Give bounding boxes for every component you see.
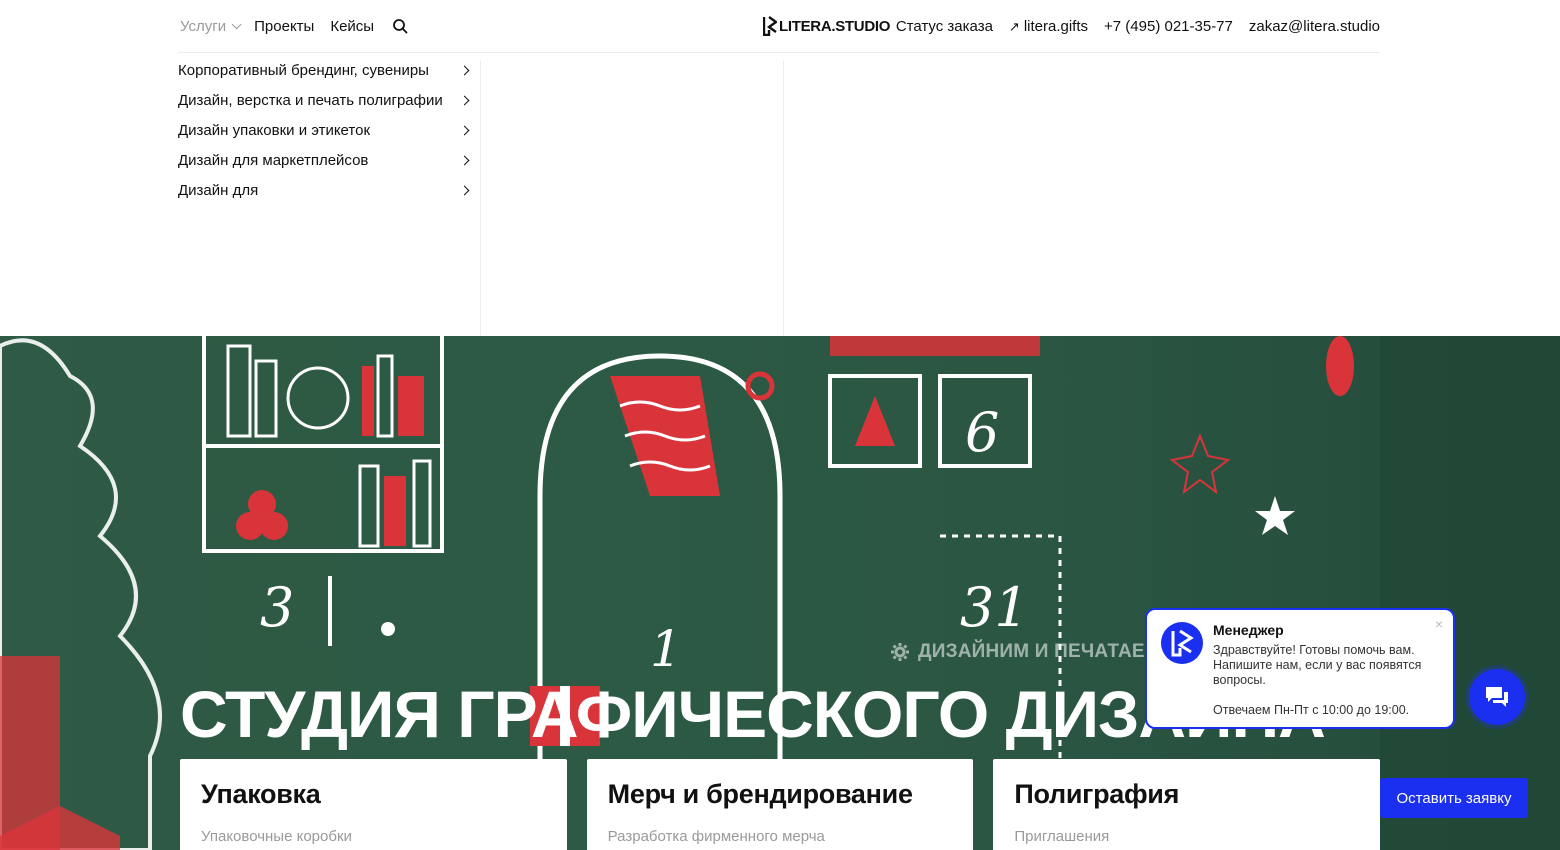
site-header: Услуги Проекты Кейсы LITERA.STUDIO Стату… (0, 0, 1560, 53)
services-menu-item-label: Дизайн для (178, 181, 259, 199)
services-menu-item-label: Дизайн упаковки и этикеток (178, 121, 371, 139)
services-menu-item[interactable]: Корпоративный брендинг, сувениры (178, 55, 480, 85)
gifts-link-label: litera.gifts (1023, 17, 1089, 35)
chevron-right-icon (459, 95, 470, 105)
site-logo[interactable]: LITERA.STUDIO (763, 16, 890, 36)
chevron-right-icon (459, 65, 470, 75)
external-arrow-icon: ↗ (1008, 18, 1020, 34)
svg-text:6: 6 (965, 401, 999, 464)
phone-link[interactable]: +7 (495) 021-35-77 (1104, 18, 1233, 35)
manager-avatar (1161, 622, 1203, 664)
services-menu-item-label: Корпоративный брендинг, сувениры (178, 61, 429, 79)
services-menu-item-label: Дизайн, верстка и печать полиграфии (178, 91, 443, 109)
svg-text:1: 1 (650, 620, 682, 678)
nav-projects[interactable]: Проекты (254, 18, 314, 35)
logo-text: LITERA.STUDIO (779, 17, 891, 35)
nav-services-label: Услуги (180, 17, 227, 35)
service-card-subtitle: Разработка фирменного мерча (607, 828, 825, 845)
service-card-subtitle: Приглашения (1014, 828, 1110, 845)
chevron-down-icon (231, 18, 242, 29)
service-card-title: Упаковка (201, 779, 321, 809)
logo-mark-icon (1171, 629, 1194, 657)
column-divider (480, 61, 481, 336)
chat-bubble-icon (1486, 687, 1508, 707)
hero-tagline: ДИЗАЙНИМ И ПЕЧАТАЕМ Н (890, 641, 1180, 663)
service-card-title: Полиграфия (1014, 779, 1180, 809)
gifts-link[interactable]: ↗ litera.gifts (1009, 18, 1088, 35)
services-menu-item[interactable]: Дизайн упаковки и этикеток (178, 115, 480, 145)
header-bar: Услуги Проекты Кейсы LITERA.STUDIO Стату… (178, 0, 1380, 53)
service-card-printing[interactable]: Полиграфия Приглашения (993, 759, 1381, 850)
logo-mark-icon (763, 16, 777, 36)
services-menu-item[interactable]: Дизайн для маркетплейсов (178, 145, 480, 175)
main-nav: Услуги Проекты Кейсы (180, 0, 408, 52)
order-status-link[interactable]: Статус заказа (896, 18, 993, 35)
nav-cases[interactable]: Кейсы (330, 18, 374, 35)
services-menu-item[interactable]: Дизайн, верстка и печать полиграфии (178, 85, 480, 115)
column-divider (783, 61, 784, 336)
chevron-right-icon (459, 155, 470, 165)
chat-open-button[interactable] (1469, 669, 1525, 725)
leave-request-button[interactable]: Оставить заявку (1380, 778, 1528, 818)
service-cards: Упаковка Упаковочные коробки Мерч и брен… (180, 759, 1381, 850)
chat-popup: Менеджер Здравствуйте! Готовы помочь вам… (1145, 608, 1455, 729)
chevron-right-icon (459, 185, 470, 195)
service-card-subtitle: Упаковочные коробки (201, 828, 352, 845)
svg-text:3: 3 (260, 576, 294, 639)
chat-message: Здравствуйте! Готовы помочь вам. Напишит… (1213, 643, 1422, 687)
email-link[interactable]: zakaz@litera.studio (1249, 18, 1380, 35)
nav-services[interactable]: Услуги (180, 17, 242, 35)
services-menu-item[interactable]: Дизайн для (178, 175, 480, 205)
svg-text:31: 31 (960, 576, 1029, 639)
services-menu: Корпоративный брендинг, сувениры Дизайн,… (178, 53, 480, 205)
gear-icon (891, 643, 909, 661)
search-icon (393, 19, 408, 34)
close-icon[interactable]: × (1435, 616, 1443, 632)
header-contacts: Статус заказа ↗ litera.gifts +7 (495) 021… (896, 0, 1380, 52)
service-card-merch[interactable]: Мерч и брендирование Разработка фирменно… (586, 759, 974, 850)
chat-hours: Отвечаем Пн-Пт с 10:00 до 19:00. (1213, 703, 1410, 717)
services-dropdown: Корпоративный брендинг, сувениры Дизайн,… (0, 53, 1560, 336)
services-menu-item-label: Дизайн для маркетплейсов (178, 151, 369, 169)
service-card-title: Мерч и брендирование (607, 779, 913, 809)
service-card-packaging[interactable]: Упаковка Упаковочные коробки (180, 759, 567, 850)
hero-section: 1 3 6 31 ДИЗАЙНИМ И ПЕЧАТАЕМ Н СТУДИЯ ГР… (0, 336, 1560, 850)
hero-tagline-text: ДИЗАЙНИМ И ПЕЧАТАЕМ Н (918, 641, 1181, 662)
chevron-right-icon (459, 125, 470, 135)
search-button[interactable] (390, 18, 408, 34)
chat-manager-name: Менеджер (1213, 622, 1284, 638)
